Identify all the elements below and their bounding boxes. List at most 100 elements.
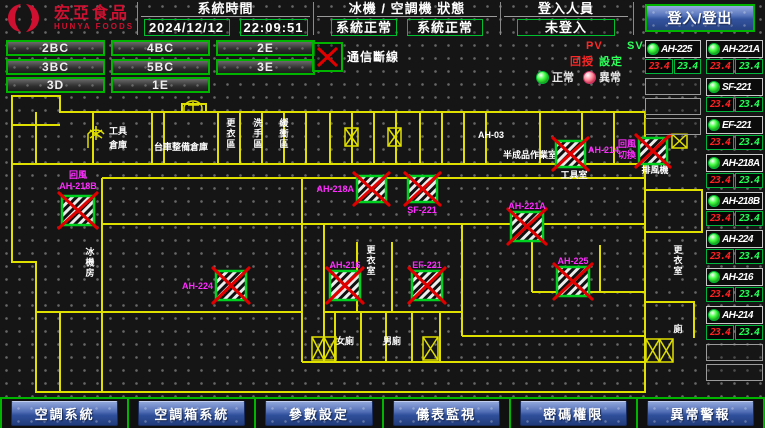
- header-bar: 宏亞食品 HUNYA FOODS 系統時間 2024/12/12 22:09:5…: [0, 0, 765, 38]
- normal-label: 正常: [552, 69, 574, 85]
- header-divider: [313, 2, 314, 35]
- floor-button-2e[interactable]: 2E: [216, 40, 315, 56]
- device-status-led-icon: [708, 43, 720, 55]
- ahu-status-value: 系統正常: [407, 19, 483, 36]
- nav-ahu-system[interactable]: 空調箱系統: [138, 401, 245, 426]
- device-ah-214[interactable]: AH-21423.423.4: [706, 306, 763, 340]
- divider: [504, 16, 628, 17]
- equipment-marker-ah-214[interactable]: AH-214: [553, 138, 619, 170]
- header-divider: [137, 2, 138, 35]
- nav-cell: 空調系統: [0, 399, 127, 428]
- device-status-led-icon: [647, 43, 659, 55]
- device-column-right: AH-221A23.423.4SF-22123.423.4EF-22123.42…: [706, 40, 763, 384]
- floor-button-4bc[interactable]: 4BC: [111, 40, 210, 56]
- stair-icon: [88, 126, 104, 148]
- room-label: 半成品作業室: [503, 149, 557, 160]
- pv-name-label: 回授: [570, 53, 594, 69]
- device-ah-224[interactable]: AH-22423.423.4: [706, 230, 763, 264]
- pv-header: PV: [586, 40, 603, 52]
- device-name: AH-214: [722, 310, 753, 321]
- room-label: 冰機房: [85, 246, 95, 278]
- pv-value: 23.4: [706, 97, 734, 112]
- floor-button-3d[interactable]: 3D: [6, 77, 105, 93]
- device-ah-218b[interactable]: AH-218B23.423.4: [706, 192, 763, 226]
- pv-value: 23.4: [706, 59, 734, 74]
- room-label: 排風機: [641, 164, 668, 175]
- nav-cell: 儀表監視: [382, 399, 509, 428]
- room-label: 工具室: [560, 169, 587, 180]
- login-logout-button[interactable]: 登入/登出: [645, 4, 755, 32]
- room-label: 更衣區: [226, 118, 236, 149]
- device-name: AH-221A: [722, 44, 759, 55]
- device-status-led-icon: [708, 195, 720, 207]
- device-name: EF-221: [722, 120, 751, 131]
- equipment-label: 回風: [69, 170, 87, 180]
- equipment-label: 回風: [618, 139, 636, 149]
- device-ah-225[interactable]: AH-22523.423.4: [645, 40, 701, 74]
- device-ah-216[interactable]: AH-216 23.423.4: [706, 268, 763, 302]
- device-sf-221[interactable]: SF-22123.423.4: [706, 78, 763, 112]
- equipment-marker-ah-224[interactable]: AH-224: [182, 268, 249, 303]
- floor-button-5bc[interactable]: 5BC: [111, 59, 210, 75]
- nav-cell: 異常警報: [636, 399, 765, 428]
- equipment-label: AH-214: [588, 145, 619, 155]
- device-name: AH-224: [722, 234, 753, 245]
- equipment-label: AH-216: [329, 260, 360, 270]
- empty-device-slot: [706, 344, 763, 361]
- empty-device-slot: [706, 364, 763, 381]
- system-clock-value: 22:09:51: [240, 19, 308, 36]
- equipment-marker-ah-221a[interactable]: AH-221A: [508, 201, 546, 244]
- sv-value: 23.4: [735, 211, 763, 226]
- device-status-led-icon: [708, 233, 720, 245]
- sv-value: 23.4: [735, 135, 763, 150]
- equipment-marker-ah-216[interactable]: AH-216: [327, 260, 363, 303]
- device-ef-221[interactable]: EF-22123.423.4: [706, 116, 763, 150]
- pv-value: 23.4: [706, 287, 734, 302]
- room-label: 女廁: [336, 335, 354, 346]
- device-ah-218a[interactable]: AH-218A23.423.4: [706, 154, 763, 188]
- room-label: 更衣室: [673, 245, 683, 276]
- floor-button-3e[interactable]: 3E: [216, 59, 315, 75]
- equipment-marker-ef-221[interactable]: EF-221: [409, 260, 445, 303]
- room-label: 更衣室: [366, 245, 376, 276]
- login-user-value: 未登入: [517, 19, 615, 36]
- room-label: 倉庫: [108, 139, 127, 150]
- device-status-led-icon: [708, 271, 720, 283]
- divider: [141, 16, 310, 17]
- device-name: SF-221: [722, 82, 751, 93]
- device-status-led-icon: [708, 119, 720, 131]
- status-legend: 正常 異常: [536, 69, 621, 85]
- pv-value: 23.4: [706, 173, 734, 188]
- floor-button-2bc[interactable]: 2BC: [6, 40, 105, 56]
- device-name: AH-218A: [722, 158, 759, 169]
- abnormal-led-icon: [583, 71, 596, 84]
- nav-password-auth[interactable]: 密碼權限: [520, 401, 627, 426]
- device-status-led-icon: [708, 157, 720, 169]
- device-ah-221a[interactable]: AH-221A23.423.4: [706, 40, 763, 74]
- pv-value: 23.4: [706, 249, 734, 264]
- equipment-marker-ah-218b[interactable]: 回風AH-218B: [59, 170, 97, 228]
- equipment-marker-rf[interactable]: 回風切換: [618, 135, 670, 167]
- chiller-status-value: 系統正常: [331, 19, 397, 36]
- room-label: AH-03: [478, 130, 504, 140]
- equipment-marker-sf-221[interactable]: SF-221: [405, 173, 440, 215]
- sv-value: 23.4: [735, 287, 763, 302]
- device-name: AH-216: [722, 272, 753, 283]
- empty-device-slot: [645, 78, 701, 95]
- nav-alarm[interactable]: 異常警報: [647, 401, 754, 426]
- sv-header: SV: [627, 40, 644, 52]
- system-date-value: 2024/12/12: [144, 19, 230, 36]
- stair-symbol: [646, 339, 673, 362]
- nav-cell: 參數設定: [254, 399, 381, 428]
- floor-button-3bc[interactable]: 3BC: [6, 59, 105, 75]
- nav-meter-monitor[interactable]: 儀表監視: [393, 401, 500, 426]
- login-label: 登入人員: [502, 1, 630, 16]
- nav-hvac-system[interactable]: 空調系統: [11, 401, 118, 426]
- equipment-label: 切換: [618, 149, 637, 160]
- device-name: AH-218B: [722, 196, 759, 207]
- floor-button-1e[interactable]: 1E: [111, 77, 210, 93]
- equipment-marker-ah-225[interactable]: AH-225: [554, 256, 592, 299]
- header-divider: [500, 2, 501, 35]
- abnormal-label: 異常: [599, 69, 621, 85]
- nav-parameter-settings[interactable]: 參數設定: [265, 401, 372, 426]
